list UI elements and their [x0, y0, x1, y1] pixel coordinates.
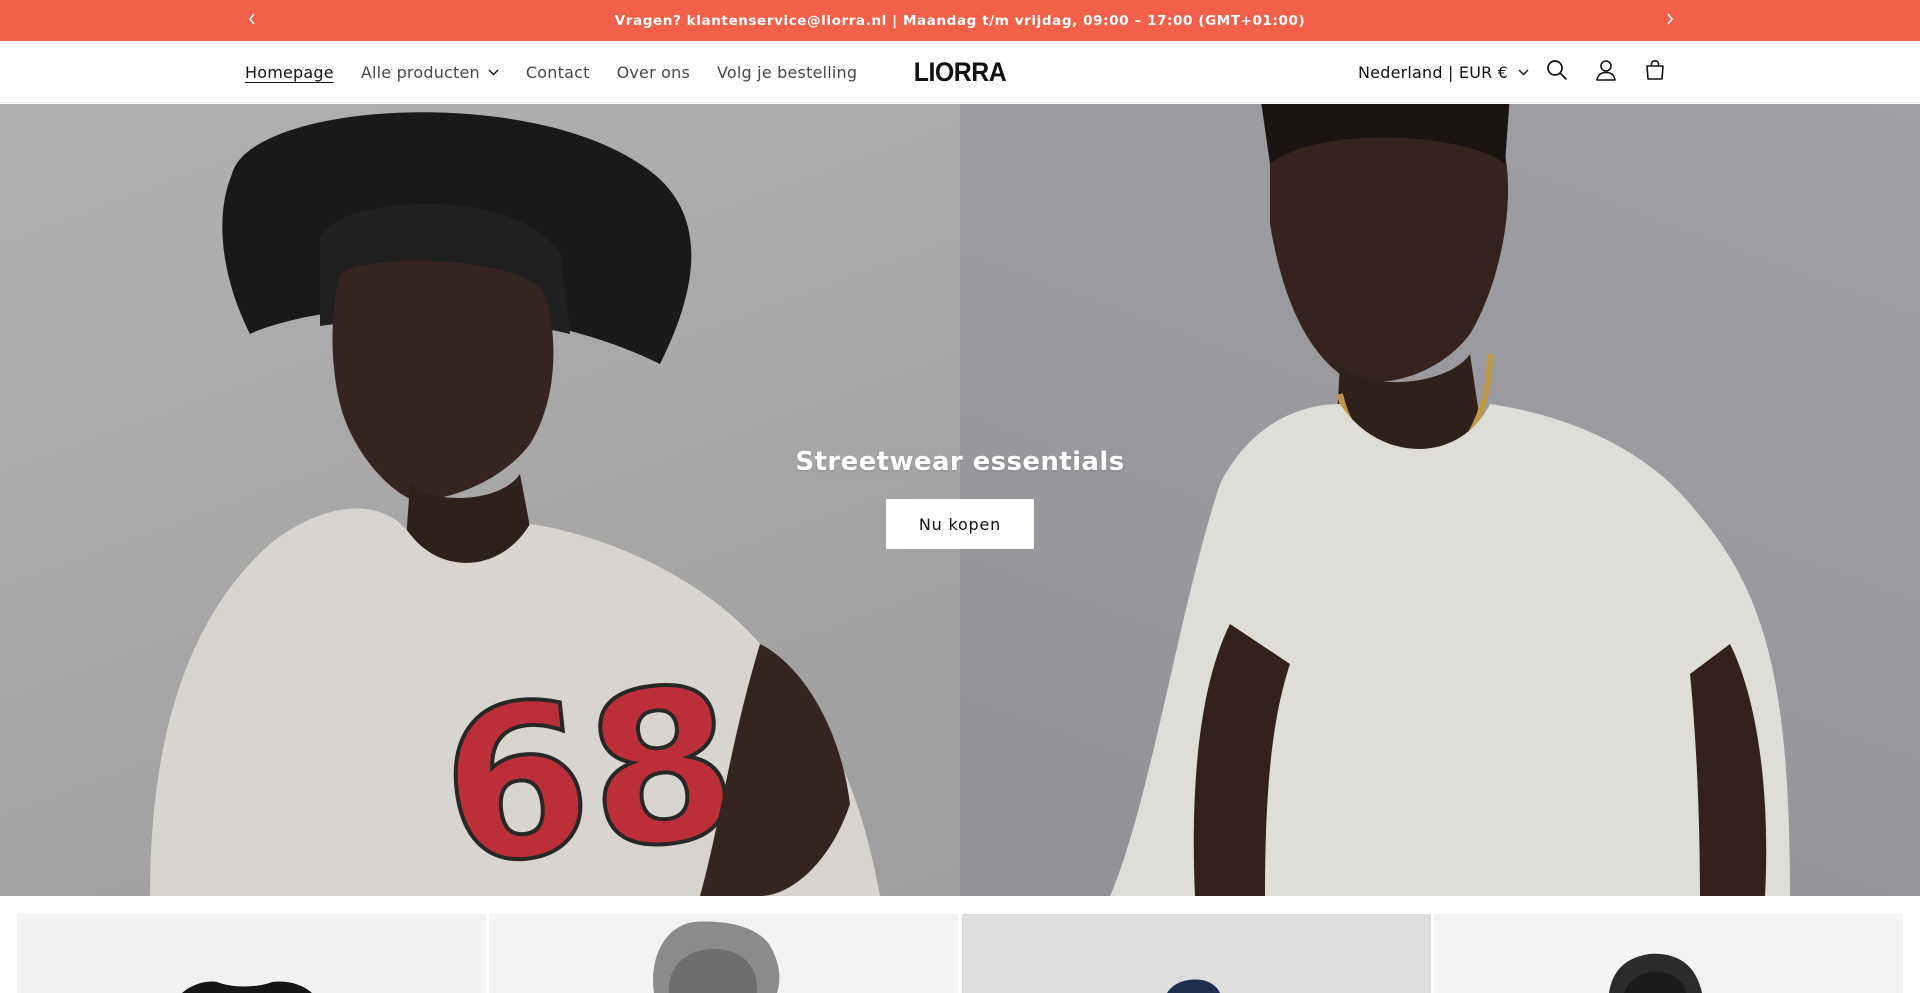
announcement-bar: Vragen? klantenservice@liorra.nl | Maand…: [0, 0, 1920, 41]
shop-now-button[interactable]: Nu kopen: [886, 499, 1034, 549]
chevron-left-icon: [247, 11, 257, 30]
site-logo[interactable]: LIORRA: [914, 55, 1007, 89]
announcement-prev-button[interactable]: [240, 8, 264, 32]
product-card[interactable]: [17, 914, 486, 993]
nav-homepage[interactable]: Homepage: [245, 63, 334, 82]
hero-content: Streetwear essentials Nu kopen: [0, 447, 1920, 549]
search-icon: [1546, 59, 1568, 85]
chevron-right-icon: [1665, 11, 1675, 30]
nav-all-products[interactable]: Alle producten: [361, 63, 499, 82]
account-button[interactable]: [1592, 58, 1620, 86]
announcement-text: Vragen? klantenservice@liorra.nl | Maand…: [614, 12, 1306, 29]
main-navigation: Homepage Alle producten Contact Over ons…: [245, 41, 884, 103]
nav-about-us[interactable]: Over ons: [617, 63, 690, 82]
product-card[interactable]: [489, 914, 958, 993]
search-button[interactable]: [1543, 58, 1571, 86]
hero-heading: Streetwear essentials: [795, 447, 1125, 477]
nav-track-order[interactable]: Volg je bestelling: [717, 63, 857, 82]
announcement-next-button[interactable]: [1658, 8, 1682, 32]
product-card[interactable]: [1434, 914, 1903, 993]
product-grid: [17, 914, 1903, 993]
cart-icon: [1644, 59, 1666, 85]
nav-contact[interactable]: Contact: [526, 63, 590, 82]
product-image: [182, 981, 312, 993]
chevron-down-icon: [488, 69, 499, 76]
chevron-down-icon: [1518, 69, 1529, 76]
product-image: [653, 921, 780, 993]
hero-banner: 68 Streetwear essentials Nu kopen: [0, 104, 1920, 896]
product-image: [1609, 953, 1702, 993]
product-image: [1167, 979, 1220, 993]
site-header: Homepage Alle producten Contact Over ons…: [0, 41, 1920, 103]
cart-button[interactable]: [1641, 58, 1669, 86]
nav-all-products-label: Alle producten: [360, 62, 480, 82]
locale-label: Nederland | EUR €: [1358, 62, 1509, 82]
account-icon: [1595, 59, 1617, 85]
locale-selector[interactable]: Nederland | EUR €: [1358, 41, 1529, 103]
product-card[interactable]: [962, 914, 1431, 993]
